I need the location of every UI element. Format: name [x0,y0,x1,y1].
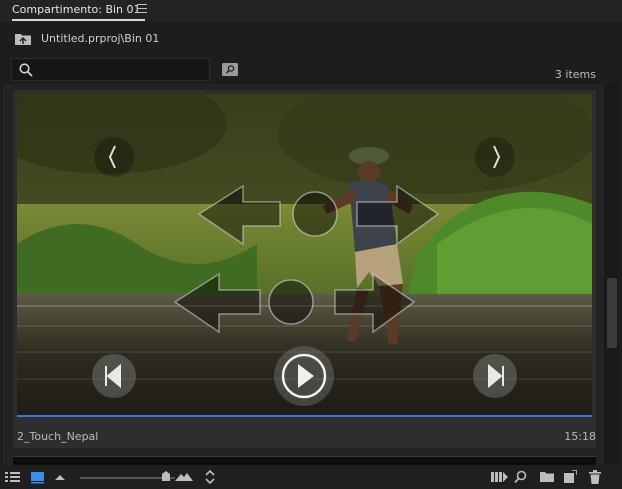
panel-tab-bar: Compartimento: Bin 01 [0,0,622,22]
project-path: Untitled.prproj\Bin 01 [41,32,160,45]
icon-view-icon[interactable] [31,470,44,484]
new-bin-icon[interactable] [540,470,554,484]
clip-card-next[interactable] [13,456,596,465]
sort-icon[interactable] [205,470,215,484]
grid-scrollbar[interactable] [604,84,618,465]
play-icon[interactable] [274,346,334,406]
clip-thumbnail-image [17,94,592,415]
trash-icon[interactable] [589,470,601,484]
new-item-icon[interactable] [564,470,577,484]
step-forward-icon[interactable] [473,354,517,398]
parent-folder-icon[interactable] [15,33,31,45]
clip-card[interactable]: 2_Touch_Nepal 15:18 [13,90,596,448]
step-back-icon[interactable] [92,354,136,398]
bottom-toolbar [0,465,622,489]
clip-duration: 15:18 [564,430,596,443]
clip-thumbnail[interactable] [17,94,592,415]
scene-next-chevron-icon[interactable] [475,137,515,177]
bin-icon-grid: 2_Touch_Nepal 15:18 [3,84,604,465]
clip-scrub-bar[interactable] [17,415,592,417]
panel-menu-icon[interactable] [137,4,147,13]
tab-active-underline [12,19,145,21]
bin-path-row: Untitled.prproj\Bin 01 [0,28,622,50]
search-row: 3 items [0,58,622,82]
find-icon[interactable] [514,470,527,484]
zoom-slider-handle[interactable] [162,471,170,481]
list-view-icon[interactable] [5,470,20,484]
item-count: 3 items [554,68,596,81]
scroll-thumb[interactable] [607,278,617,348]
zoom-slider[interactable] [80,477,175,479]
clip-name[interactable]: 2_Touch_Nepal [17,430,98,443]
scene-prev-chevron-icon[interactable] [94,137,134,177]
panel-tab-project-bin[interactable]: Compartimento: Bin 01 [12,3,141,20]
small-mountain-icon[interactable] [55,470,65,484]
large-mountain-icon[interactable] [175,470,193,484]
find-icon[interactable] [222,63,238,76]
automate-to-sequence-icon[interactable] [491,470,508,484]
search-input[interactable] [11,58,210,81]
search-icon [19,63,33,77]
